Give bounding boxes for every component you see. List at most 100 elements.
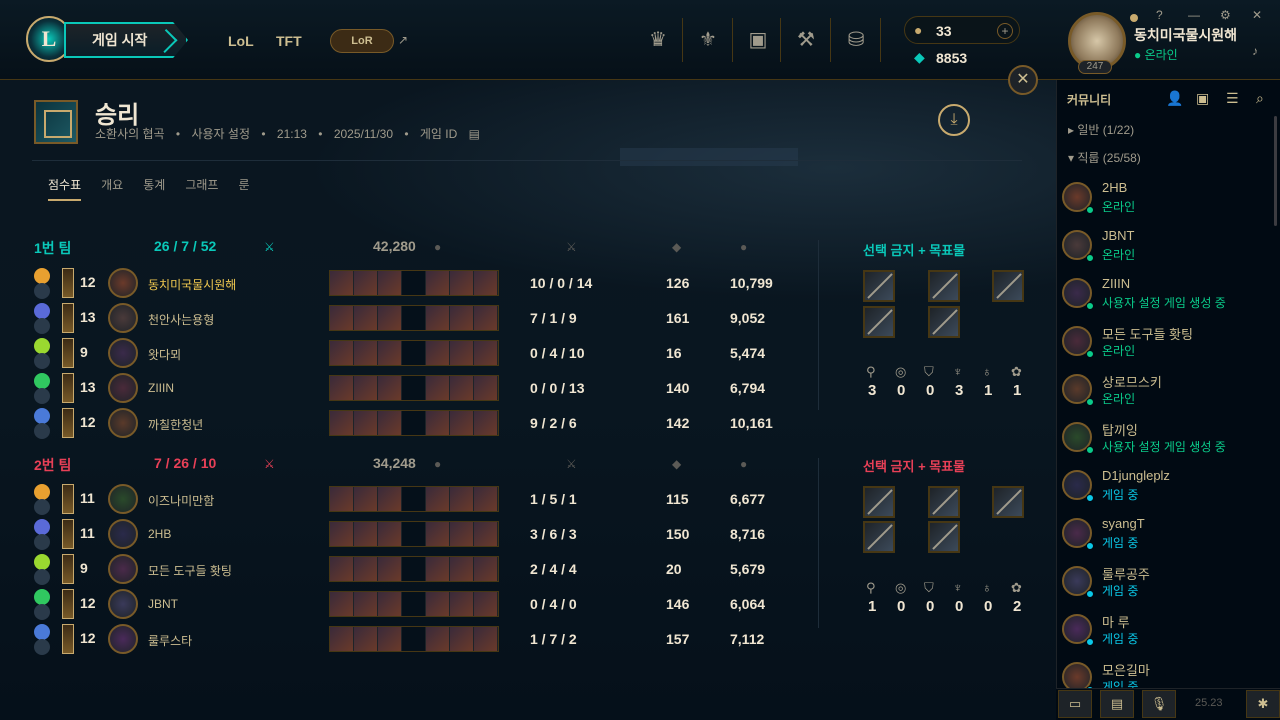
item-icon[interactable] bbox=[426, 627, 450, 651]
item-icon[interactable] bbox=[450, 376, 474, 400]
settings-icon[interactable]: ⚙ bbox=[1220, 8, 1231, 22]
friend-item[interactable]: 2HB 온라인 bbox=[1062, 180, 1262, 224]
item-icon[interactable] bbox=[402, 271, 426, 295]
item-icon[interactable] bbox=[450, 487, 474, 511]
item-icon[interactable] bbox=[402, 341, 426, 365]
mission-button[interactable]: ▤ bbox=[1100, 690, 1134, 718]
friend-item[interactable]: ZIIIN 사용자 설정 게임 생성 중 bbox=[1062, 276, 1262, 320]
item-icon[interactable] bbox=[330, 271, 354, 295]
player-name[interactable]: 이즈나미만함 bbox=[148, 492, 214, 509]
player-name[interactable]: 2HB bbox=[148, 527, 171, 541]
item-icon[interactable] bbox=[330, 627, 354, 651]
item-icon[interactable] bbox=[378, 306, 402, 330]
item-icon[interactable] bbox=[426, 341, 450, 365]
player-name[interactable]: 까칠한청년 bbox=[148, 416, 203, 433]
player-name[interactable]: 천안사는용형 bbox=[148, 311, 214, 328]
nav-lol[interactable]: LoL bbox=[228, 33, 254, 49]
item-icon[interactable] bbox=[450, 592, 474, 616]
player-row[interactable]: 9 모든 도구들 홧팅 2 / 4 / 4 20 5,679 bbox=[34, 554, 794, 586]
player-row[interactable]: 12 JBNT 0 / 4 / 0 146 6,064 bbox=[34, 589, 794, 621]
player-row[interactable]: 13 천안사는용형 7 / 1 / 9 161 9,052 bbox=[34, 303, 794, 335]
item-icon[interactable] bbox=[378, 341, 402, 365]
item-icon[interactable] bbox=[474, 306, 498, 330]
search-icon[interactable]: ⌕ bbox=[1256, 90, 1264, 107]
item-icon[interactable] bbox=[354, 627, 378, 651]
item-icon[interactable] bbox=[354, 592, 378, 616]
item-icon[interactable] bbox=[354, 376, 378, 400]
minimize-icon[interactable]: — bbox=[1188, 8, 1200, 22]
item-icon[interactable] bbox=[354, 487, 378, 511]
player-row[interactable]: 11 2HB 3 / 6 / 3 150 8,716 bbox=[34, 519, 794, 551]
item-icon[interactable] bbox=[426, 592, 450, 616]
tab-stats[interactable]: 통계 bbox=[143, 176, 165, 201]
friend-item[interactable]: 모든 도구들 홧팅 온라인 bbox=[1062, 324, 1262, 368]
bell-icon[interactable]: ♪ bbox=[1252, 44, 1258, 58]
friend-item[interactable]: D1jungleplz 게임 중 bbox=[1062, 468, 1262, 512]
item-icon[interactable] bbox=[474, 592, 498, 616]
copy-icon[interactable]: ▤ bbox=[469, 127, 480, 141]
champion-icon[interactable] bbox=[108, 554, 138, 584]
lor-button[interactable]: LoR bbox=[330, 29, 394, 53]
item-icon[interactable] bbox=[426, 411, 450, 435]
item-icon[interactable] bbox=[354, 271, 378, 295]
chat-button[interactable]: ▭ bbox=[1058, 690, 1092, 718]
item-icon[interactable] bbox=[426, 376, 450, 400]
item-icon[interactable] bbox=[426, 557, 450, 581]
champion-icon[interactable] bbox=[108, 624, 138, 654]
item-icon[interactable] bbox=[450, 411, 474, 435]
tab-scoreboard[interactable]: 점수표 bbox=[48, 176, 82, 201]
item-icon[interactable] bbox=[330, 557, 354, 581]
item-icon[interactable] bbox=[474, 557, 498, 581]
item-icon[interactable] bbox=[330, 522, 354, 546]
item-icon[interactable] bbox=[402, 376, 426, 400]
list-view-icon[interactable]: ☰ bbox=[1226, 90, 1239, 107]
tab-runes[interactable]: 룬 bbox=[238, 176, 249, 201]
item-icon[interactable] bbox=[474, 341, 498, 365]
add-folder-icon[interactable]: ▣ bbox=[1196, 90, 1209, 107]
item-icon[interactable] bbox=[474, 487, 498, 511]
item-icon[interactable] bbox=[426, 306, 450, 330]
item-icon[interactable] bbox=[402, 487, 426, 511]
champion-icon[interactable] bbox=[108, 408, 138, 438]
item-icon[interactable] bbox=[426, 522, 450, 546]
group-jikrup[interactable]: ▾ 직룹 (25/58) bbox=[1068, 149, 1141, 166]
play-button[interactable]: 게임 시작 bbox=[64, 22, 188, 58]
tab-graph[interactable]: 그래프 bbox=[185, 176, 218, 201]
item-icon[interactable] bbox=[402, 522, 426, 546]
summoner-status[interactable]: ● 온라인 bbox=[1134, 46, 1178, 63]
item-icon[interactable] bbox=[402, 557, 426, 581]
player-name[interactable]: 모든 도구들 홧팅 bbox=[148, 562, 232, 579]
summoner-name[interactable]: 동치미국물시원해 bbox=[1134, 25, 1237, 45]
item-icon[interactable] bbox=[354, 341, 378, 365]
item-icon[interactable] bbox=[330, 592, 354, 616]
item-icon[interactable] bbox=[402, 592, 426, 616]
player-row[interactable]: 12 동치미국물시원해 10 / 0 / 14 126 10,799 bbox=[34, 268, 794, 300]
player-name[interactable]: 왓다뫼 bbox=[148, 346, 181, 363]
item-icon[interactable] bbox=[330, 341, 354, 365]
item-icon[interactable] bbox=[378, 627, 402, 651]
item-icon[interactable] bbox=[378, 557, 402, 581]
item-icon[interactable] bbox=[450, 341, 474, 365]
player-name[interactable]: ZIIIN bbox=[148, 381, 174, 395]
item-icon[interactable] bbox=[450, 627, 474, 651]
tab-overview[interactable]: 개요 bbox=[101, 176, 123, 201]
item-icon[interactable] bbox=[378, 376, 402, 400]
add-friend-icon[interactable]: 👤 bbox=[1166, 90, 1183, 107]
item-icon[interactable] bbox=[378, 271, 402, 295]
item-icon[interactable] bbox=[450, 522, 474, 546]
group-general[interactable]: ▸ 일반 (1/22) bbox=[1068, 121, 1134, 138]
item-icon[interactable] bbox=[378, 487, 402, 511]
player-name[interactable]: JBNT bbox=[148, 597, 178, 611]
download-replay-button[interactable]: ⤓ bbox=[938, 104, 970, 136]
profile-crest-icon[interactable]: ⚜ bbox=[694, 26, 722, 54]
player-row[interactable]: 9 왓다뫼 0 / 4 / 10 16 5,474 bbox=[34, 338, 794, 370]
collection-icon[interactable]: ▣ bbox=[744, 26, 772, 54]
friend-item[interactable]: 탑끼잉 사용자 설정 게임 생성 중 bbox=[1062, 420, 1262, 464]
item-icon[interactable] bbox=[474, 376, 498, 400]
friend-item[interactable]: JBNT 온라인 bbox=[1062, 228, 1262, 272]
item-icon[interactable] bbox=[402, 411, 426, 435]
champion-icon[interactable] bbox=[108, 519, 138, 549]
buy-rp-button[interactable]: + bbox=[997, 23, 1013, 39]
item-icon[interactable] bbox=[426, 487, 450, 511]
item-icon[interactable] bbox=[402, 306, 426, 330]
